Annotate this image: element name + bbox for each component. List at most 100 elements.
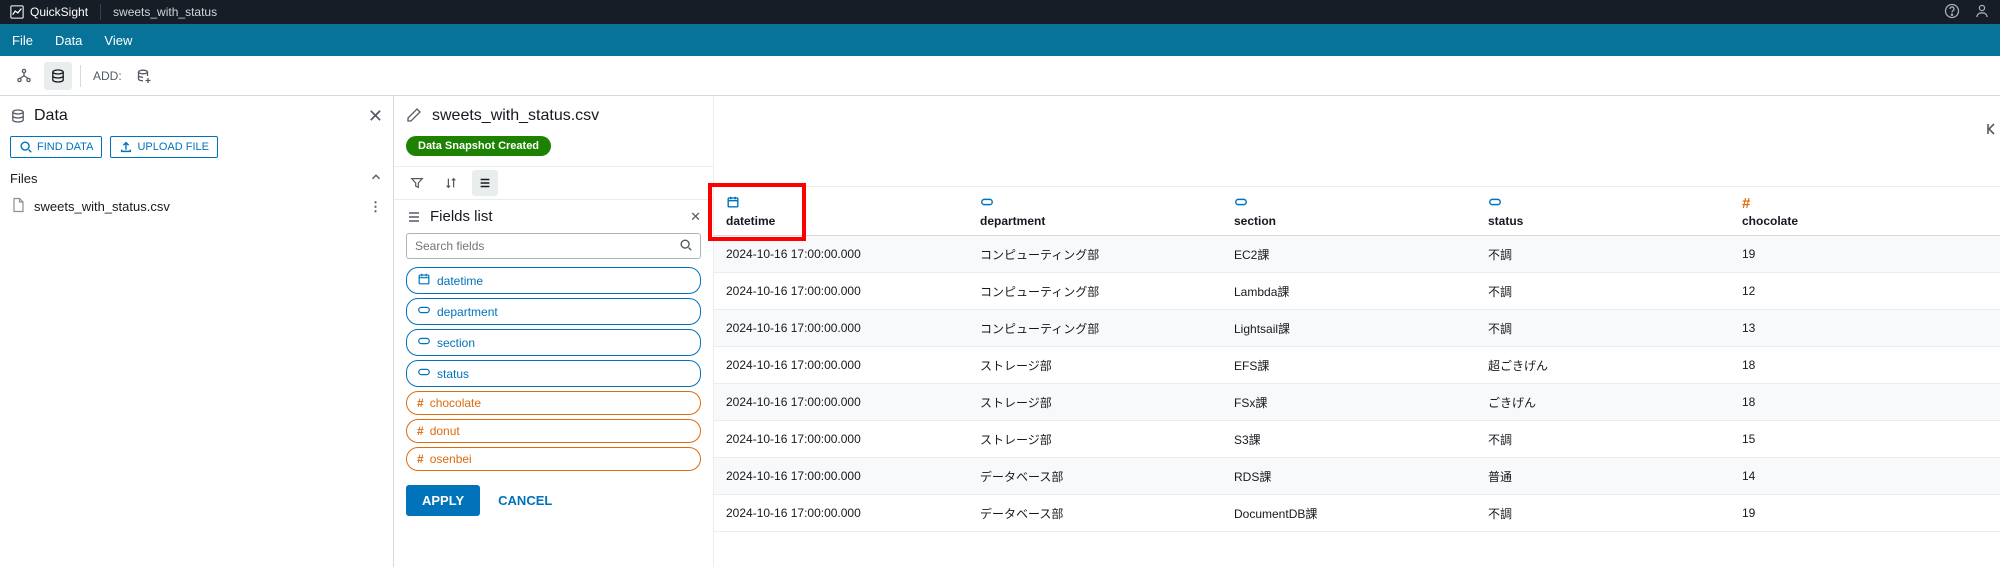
upload-file-button[interactable]: UPLOAD FILE [110, 136, 218, 158]
cancel-button[interactable]: CANCEL [498, 493, 552, 508]
cell-datetime: 2024-10-16 17:00:00.000 [714, 247, 968, 261]
help-icon[interactable] [1944, 3, 1960, 22]
dataset-name: sweets_with_status.csv [432, 107, 599, 125]
data-preview: datetime department section status #chocolat… [714, 96, 2000, 567]
table-view-icon[interactable] [44, 62, 72, 90]
table-row[interactable]: 2024-10-16 17:00:00.000データベース部DocumentDB… [714, 495, 2000, 532]
table-row[interactable]: 2024-10-16 17:00:00.000コンピューティング部Lambda課… [714, 273, 2000, 310]
string-type-icon [1234, 195, 1464, 212]
menu-data[interactable]: Data [55, 33, 82, 48]
close-icon[interactable]: ✕ [368, 106, 383, 127]
cell-chocolate: 18 [1730, 395, 1984, 409]
cell-datetime: 2024-10-16 17:00:00.000 [714, 284, 968, 298]
column-header-department[interactable]: department [968, 187, 1222, 235]
column-header-chocolate[interactable]: #chocolate [1730, 187, 1984, 235]
cell-status: ごきげん [1476, 394, 1730, 411]
more-icon[interactable]: ⋮ [369, 199, 383, 215]
cell-department: コンピューティング部 [968, 246, 1222, 263]
cell-chocolate: 15 [1730, 432, 1984, 446]
add-label: ADD: [93, 69, 122, 83]
column-name: status [1488, 214, 1718, 228]
column-name: datetime [726, 214, 956, 228]
separator [100, 4, 101, 20]
cell-section: EC2課 [1222, 246, 1476, 263]
menu-view[interactable]: View [104, 33, 132, 48]
column-name: department [980, 214, 1210, 228]
cell-department: データベース部 [968, 505, 1222, 522]
upload-file-label: UPLOAD FILE [137, 141, 209, 153]
field-chip-department[interactable]: department [406, 298, 701, 325]
app-name: QuickSight [30, 5, 88, 19]
table-row[interactable]: 2024-10-16 17:00:00.000ストレージ部EFS課超ごきげん18 [714, 347, 2000, 384]
file-item[interactable]: sweets_with_status.csv ⋮ [0, 191, 393, 222]
cell-datetime: 2024-10-16 17:00:00.000 [714, 358, 968, 372]
list-icon [406, 209, 422, 225]
cell-status: 超ごきげん [1476, 357, 1730, 374]
menu-bar: File Data View [0, 24, 2000, 56]
file-name: sweets_with_status.csv [34, 199, 170, 214]
field-chip-chocolate[interactable]: #chocolate [406, 391, 701, 415]
data-sidebar: Data ✕ FIND DATA UPLOAD FILE Files sweet… [0, 96, 394, 567]
cell-status: 不調 [1476, 431, 1730, 448]
annotation-highlight [708, 183, 806, 241]
cell-datetime: 2024-10-16 17:00:00.000 [714, 432, 968, 446]
cell-chocolate: 13 [1730, 321, 1984, 335]
column-name: section [1234, 214, 1464, 228]
field-chip-label: datetime [437, 274, 483, 288]
files-section-label: Files [10, 171, 37, 186]
apply-button[interactable]: APPLY [406, 485, 480, 516]
cell-chocolate: 19 [1730, 506, 1984, 520]
chevron-up-icon[interactable] [369, 170, 383, 187]
column-header-section[interactable]: section [1222, 187, 1476, 235]
field-chip-datetime[interactable]: datetime [406, 267, 701, 294]
field-chip-osenbei[interactable]: #osenbei [406, 447, 701, 471]
table-row[interactable]: 2024-10-16 17:00:00.000コンピューティング部EC2課不調1… [714, 236, 2000, 273]
cell-section: Lightsail課 [1222, 320, 1476, 337]
field-chip-status[interactable]: status [406, 360, 701, 387]
fields-panel: sweets_with_status.csv Data Snapshot Cre… [394, 96, 714, 567]
list-view-icon[interactable] [472, 170, 498, 196]
app-topbar: QuickSight sweets_with_status [0, 0, 2000, 24]
schema-view-icon[interactable] [10, 62, 38, 90]
table-row[interactable]: 2024-10-16 17:00:00.000ストレージ部FSx課ごきげん18 [714, 384, 2000, 421]
cell-department: コンピューティング部 [968, 320, 1222, 337]
user-icon[interactable] [1974, 3, 1990, 22]
close-icon[interactable]: ✕ [690, 209, 701, 225]
data-panel-title: Data [34, 107, 68, 125]
number-type-icon: # [417, 396, 424, 410]
pencil-icon[interactable] [406, 107, 422, 126]
cell-status: 不調 [1476, 505, 1730, 522]
add-dataset-icon[interactable] [130, 62, 158, 90]
filter-icon[interactable] [404, 170, 430, 196]
cell-section: FSx課 [1222, 394, 1476, 411]
cell-section: EFS課 [1222, 357, 1476, 374]
table-row[interactable]: 2024-10-16 17:00:00.000コンピューティング部Lightsa… [714, 310, 2000, 347]
cell-department: ストレージ部 [968, 357, 1222, 374]
app-logo[interactable]: QuickSight [10, 5, 88, 19]
menu-file[interactable]: File [12, 33, 33, 48]
cell-datetime: 2024-10-16 17:00:00.000 [714, 506, 968, 520]
cell-department: コンピューティング部 [968, 283, 1222, 300]
cell-department: ストレージ部 [968, 394, 1222, 411]
field-chip-donut[interactable]: #donut [406, 419, 701, 443]
cell-department: ストレージ部 [968, 431, 1222, 448]
column-name: chocolate [1742, 214, 1972, 228]
document-title: sweets_with_status [113, 5, 217, 19]
separator [80, 65, 81, 87]
column-header-datetime[interactable]: datetime [714, 187, 968, 235]
toolbar: ADD: [0, 56, 2000, 96]
cell-datetime: 2024-10-16 17:00:00.000 [714, 469, 968, 483]
table-row[interactable]: 2024-10-16 17:00:00.000データベース部RDS課普通14 [714, 458, 2000, 495]
table-row[interactable]: 2024-10-16 17:00:00.000ストレージ部S3課不調15 [714, 421, 2000, 458]
field-chip-section[interactable]: section [406, 329, 701, 356]
date-type-icon [417, 272, 431, 289]
column-header-status[interactable]: status [1476, 187, 1730, 235]
sort-icon[interactable] [438, 170, 464, 196]
find-data-button[interactable]: FIND DATA [10, 136, 102, 158]
search-fields-input[interactable] [406, 233, 701, 259]
upload-icon [119, 140, 133, 154]
collapse-right-icon[interactable] [1983, 114, 2000, 144]
fields-list-title: Fields list [430, 208, 493, 225]
field-chip-label: donut [430, 424, 460, 438]
cell-chocolate: 12 [1730, 284, 1984, 298]
